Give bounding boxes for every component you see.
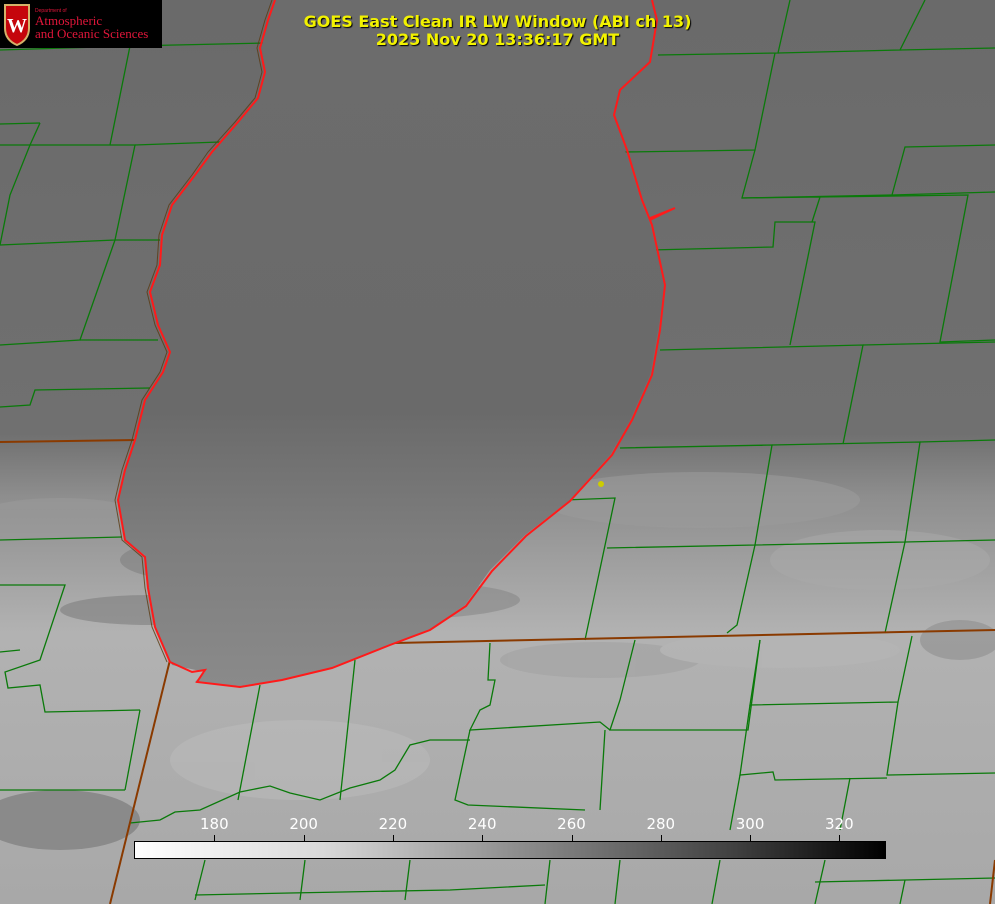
colorbar-tick-mark [482,835,484,841]
crest-letter: W [7,15,27,37]
satellite-image-viewer: GOES East Clean IR LW Window (ABI ch 13)… [0,0,995,904]
colorbar-tick-mark [839,835,841,841]
station-marker [598,481,604,487]
temperature-colorbar [134,841,886,859]
colorbar-tick-mark [392,835,394,841]
aos-logo[interactable]: W Department of Atmospheric and Oceanic … [0,0,162,48]
colorbar-tick-label: 280 [646,815,676,833]
colorbar-tick-label: 240 [467,815,497,833]
colorbar-tick-label: 320 [825,815,854,833]
colorbar-tick-label: 300 [735,815,765,833]
colorbar-tick-mark [750,835,752,841]
colorbar-tick-label: 180 [200,815,229,833]
uw-crest-icon: W [4,4,30,46]
colorbar-tick-mark [660,835,662,841]
colorbar-tick-mark [303,835,305,841]
colorbar-tick-label: 220 [378,815,408,833]
logo-name-line2: and Oceanic Sciences [35,26,149,41]
colorbar-tick-mark [571,835,573,841]
colorbar-tick-mark [214,835,216,841]
colorbar-tick-label: 200 [289,815,318,833]
colorbar-gradient [134,841,886,859]
satellite-map [0,0,995,904]
colorbar-tick-label: 260 [557,815,586,833]
